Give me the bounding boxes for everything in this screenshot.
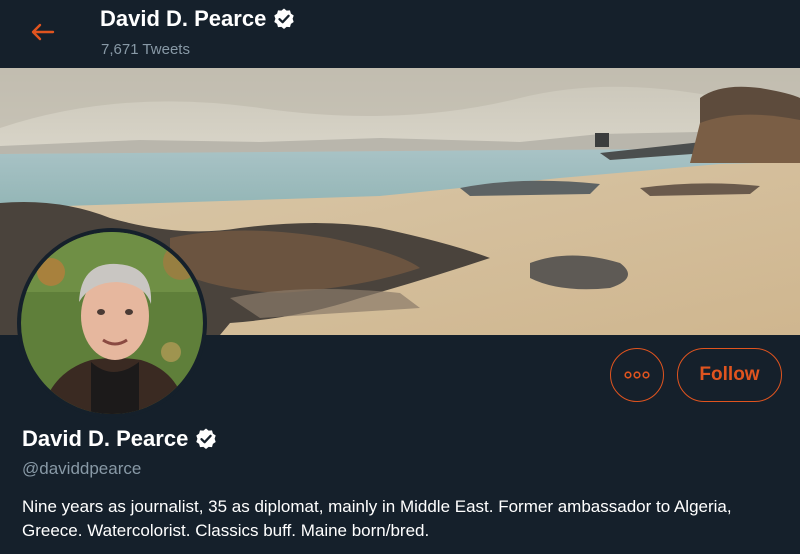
profile-name: David D. Pearce [22, 426, 189, 451]
profile-bio: Nine years as journalist, 35 as diplomat… [22, 497, 732, 540]
more-options-button[interactable] [610, 348, 664, 402]
avatar [21, 232, 203, 414]
verified-badge-icon [196, 428, 217, 449]
avatar-frame[interactable] [17, 228, 207, 418]
arrow-left-icon [31, 23, 55, 41]
header-name: David D. Pearce [100, 6, 267, 31]
header-title: David D. Pearce [100, 6, 296, 32]
verified-badge-icon [274, 8, 295, 29]
top-bar: David D. Pearce 7,671 Tweets [0, 0, 800, 68]
more-horizontal-icon [624, 371, 650, 379]
avatar-photo [21, 232, 203, 414]
profile-name-row: David D. Pearce [22, 426, 218, 452]
back-button[interactable] [22, 14, 62, 50]
follow-button[interactable]: Follow [677, 348, 782, 402]
tweet-count: 7,671 Tweets [101, 41, 190, 58]
profile-handle: @daviddpearce [22, 459, 142, 478]
